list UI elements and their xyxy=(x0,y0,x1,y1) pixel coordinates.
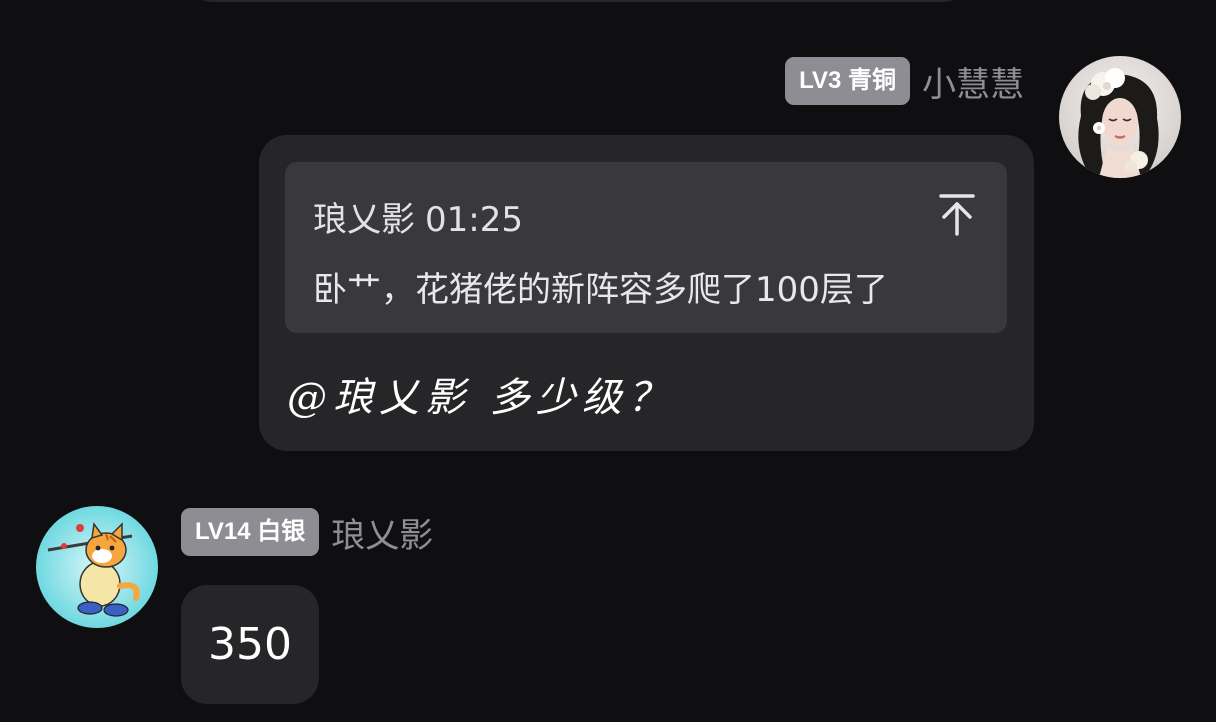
message-text: 350 xyxy=(208,619,292,670)
woman-portrait-avatar-icon xyxy=(1059,56,1181,178)
quoted-message[interactable]: 琅乂影 01:25 卧艹，花猪佬的新阵容多爬了100层了 xyxy=(285,162,1007,333)
quote-time: 01:25 xyxy=(425,200,523,240)
message-bubble[interactable]: 350 xyxy=(181,585,319,704)
user-avatar[interactable] xyxy=(1059,56,1181,178)
level-badge: LV14 白银 xyxy=(181,508,320,556)
message-header: LV14 白银 琅乂影 xyxy=(181,507,433,557)
quote-author: 琅乂影 xyxy=(313,200,415,240)
message-text: @琅乂影 多少级？ xyxy=(287,375,674,421)
previous-message-bubble[interactable] xyxy=(190,0,965,2)
quote-text: 卧艹，花猪佬的新阵容多爬了100层了 xyxy=(313,270,888,310)
cartoon-cat-avatar-icon xyxy=(36,506,158,628)
username[interactable]: 琅乂影 xyxy=(331,508,433,557)
chat-view: LV3 青铜 小慧慧 琅乂影 01:25 卧艹，花猪佬的新阵容多爬了100层了 … xyxy=(0,0,1216,722)
message-bubble[interactable]: 琅乂影 01:25 卧艹，花猪佬的新阵容多爬了100层了 @琅乂影 多少级？ xyxy=(259,135,1034,451)
quote-header: 琅乂影 01:25 xyxy=(313,192,523,241)
message-header: LV3 青铜 小慧慧 xyxy=(785,56,1024,106)
level-badge: LV3 青铜 xyxy=(785,57,910,105)
username[interactable]: 小慧慧 xyxy=(922,57,1024,106)
scroll-to-top-icon[interactable] xyxy=(937,192,977,238)
user-avatar[interactable] xyxy=(36,506,158,628)
